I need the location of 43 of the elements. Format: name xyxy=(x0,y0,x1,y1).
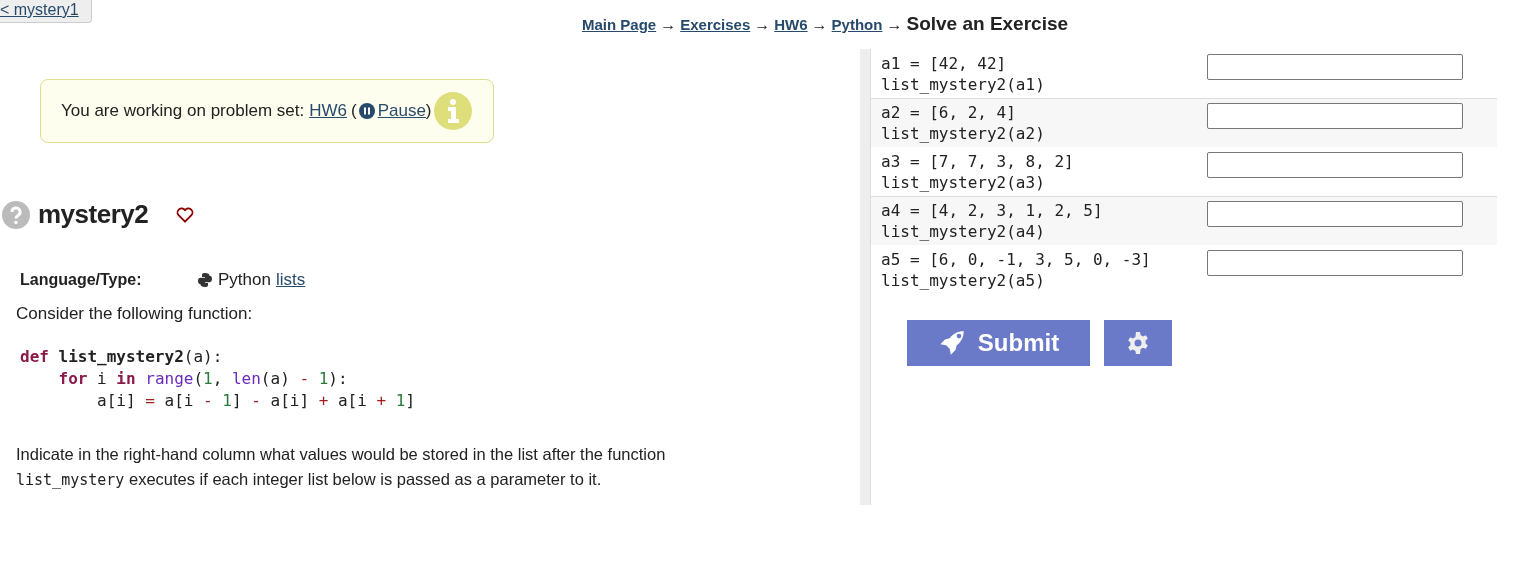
notice-text: You are working on problem set: xyxy=(61,101,305,121)
question-code: a2 = [6, 2, 4] xyxy=(881,102,1017,123)
question-code: list_mystery2(a2) xyxy=(881,123,1046,144)
intro-text: Consider the following function: xyxy=(16,304,254,324)
breadcrumb-arrow: → xyxy=(754,16,771,34)
settings-icon xyxy=(1126,331,1150,355)
pause-link[interactable]: Pause xyxy=(377,101,426,121)
breadcrumb-link[interactable]: Main Page xyxy=(582,16,657,33)
question-code: a3 = [7, 7, 3, 8, 2] xyxy=(881,150,1075,172)
answer-field[interactable] xyxy=(1207,151,1463,178)
close-paren: ) xyxy=(425,101,432,121)
question-code: list_mystery2(a4) xyxy=(881,221,1046,242)
answer-field[interactable] xyxy=(1207,53,1463,80)
pause-icon xyxy=(358,103,375,119)
breadcrumb-link[interactable]: HW6 xyxy=(774,16,808,33)
question-code: a4 = [4, 2, 3, 1, 2, 5] xyxy=(881,200,1104,221)
python-icon xyxy=(197,272,213,288)
breadcrumb-current: Solve an Exercise xyxy=(906,13,1069,35)
question-code: a5 = [6, 0, -1, 3, 5, 0, -3] xyxy=(881,248,1152,270)
heart-icon[interactable] xyxy=(176,206,195,223)
question-code: list_mystery2(a5) xyxy=(881,269,1046,291)
type-link[interactable]: lists xyxy=(275,270,306,290)
problem-set-link[interactable]: HW6 xyxy=(309,101,347,121)
settings-button[interactable] xyxy=(1104,320,1172,366)
language-label: Language/Type: xyxy=(20,271,143,289)
breadcrumb-link[interactable]: Python xyxy=(831,16,883,33)
open-paren: ( xyxy=(350,101,357,121)
question-code: list_mystery2(a1) xyxy=(881,73,1046,95)
breadcrumb-link[interactable]: Exercises xyxy=(680,16,751,33)
question-code: a1 = [42, 42] xyxy=(881,52,1008,74)
breadcrumb-arrow: → xyxy=(660,16,677,34)
submit-button[interactable]: Submit xyxy=(907,320,1090,366)
breadcrumb-arrow: → xyxy=(811,16,828,34)
instructions-text: Indicate in the right-hand column what values would be stored in the list after the function list_mystery executes if each integer list below is passed as a parameter to it. xyxy=(16,444,667,491)
code-listing: def list_mystery2(a): for i in range(1, len(a) - 1): a[i] = a[i - 1] - a[i] + a[i + 1] xyxy=(20,346,416,412)
problem-title: mystery2 xyxy=(38,199,149,230)
breadcrumb-arrow: → xyxy=(886,16,903,34)
question-code: list_mystery2(a3) xyxy=(881,171,1046,193)
answer-field[interactable] xyxy=(1207,201,1463,227)
back-link[interactable]: < mystery1 xyxy=(0,0,92,23)
answer-field[interactable] xyxy=(1207,103,1463,129)
answer-field[interactable] xyxy=(1207,249,1463,276)
language-name: Python xyxy=(218,270,271,290)
